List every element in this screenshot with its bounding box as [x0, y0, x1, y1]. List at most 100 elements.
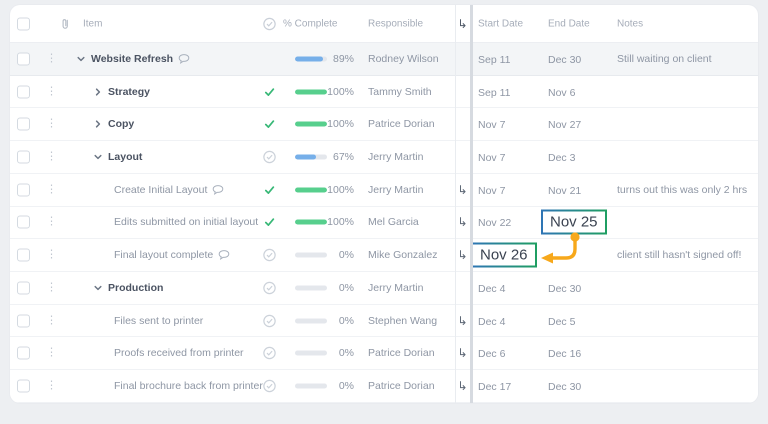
row-menu-icon[interactable]: ⋮: [46, 53, 57, 64]
column-header-notes[interactable]: Notes: [617, 18, 643, 29]
status-check-cell[interactable]: [261, 86, 277, 97]
row-checkbox[interactable]: [17, 347, 30, 360]
indent-column-icon[interactable]: ↳: [455, 17, 470, 31]
select-all-checkbox[interactable]: [17, 17, 30, 30]
responsible-cell[interactable]: Stephen Wang: [368, 315, 437, 327]
percent-cell[interactable]: 0%: [310, 249, 354, 261]
start-date-cell[interactable]: Dec 17: [478, 377, 511, 395]
end-date-cell[interactable]: Dec 5: [548, 312, 575, 330]
responsible-cell[interactable]: Rodney Wilson: [368, 53, 439, 65]
responsible-cell[interactable]: Tammy Smith: [368, 86, 432, 98]
row-menu-icon[interactable]: ⋮: [46, 250, 57, 261]
start-date-cell[interactable]: Dec 4: [478, 279, 505, 297]
row-menu-icon[interactable]: ⋮: [46, 217, 57, 228]
status-check-cell[interactable]: [261, 184, 277, 195]
table-row[interactable]: ⋮ Proofs received from printer 0% Patric…: [10, 337, 758, 370]
table-row[interactable]: ⋮ Production 0% Jerry Martin Dec 4 Dec 3…: [10, 272, 758, 305]
percent-cell[interactable]: 100%: [310, 184, 354, 196]
row-menu-icon[interactable]: ⋮: [46, 282, 57, 293]
table-row[interactable]: ⋮ Website Refresh 89% Rodney Wilson Sep …: [10, 43, 758, 76]
table-row[interactable]: ⋮ Strategy 100% Tammy Smith Sep 11 Nov 6: [10, 76, 758, 109]
item-cell[interactable]: Copy: [93, 118, 134, 130]
chevron-down-icon[interactable]: [93, 283, 103, 293]
responsible-cell[interactable]: Mel Garcia: [368, 216, 419, 228]
row-checkbox[interactable]: [17, 281, 30, 294]
status-check-cell[interactable]: [261, 281, 277, 294]
row-menu-icon[interactable]: ⋮: [46, 184, 57, 195]
row-menu-icon[interactable]: ⋮: [46, 315, 57, 326]
row-checkbox[interactable]: [17, 85, 30, 98]
responsible-cell[interactable]: Jerry Martin: [368, 282, 423, 294]
column-header-percent-complete[interactable]: % Complete: [283, 18, 337, 29]
item-cell[interactable]: Edits submitted on initial layout: [114, 216, 258, 228]
responsible-cell[interactable]: Patrice Dorian: [368, 118, 435, 130]
status-check-cell[interactable]: [261, 347, 277, 360]
row-checkbox[interactable]: [17, 118, 30, 131]
comment-bubble-icon[interactable]: [178, 53, 190, 65]
row-checkbox[interactable]: [17, 216, 30, 229]
row-checkbox[interactable]: [17, 52, 30, 65]
start-date-cell[interactable]: Sep 11: [478, 50, 511, 68]
highlighted-date[interactable]: Nov 25: [541, 210, 607, 235]
item-cell[interactable]: Proofs received from printer: [114, 347, 244, 359]
status-check-cell[interactable]: [261, 249, 277, 262]
table-row[interactable]: ⋮ Create Initial Layout 100% Jerry Marti…: [10, 174, 758, 207]
row-checkbox[interactable]: [17, 314, 30, 327]
start-date-cell[interactable]: Sep 11: [478, 83, 511, 101]
start-date-cell[interactable]: Dec 4: [478, 312, 505, 330]
chevron-right-icon[interactable]: [93, 119, 103, 129]
attachment-column-icon[interactable]: [60, 17, 71, 30]
row-checkbox[interactable]: [17, 151, 30, 164]
responsible-cell[interactable]: Patrice Dorian: [368, 347, 435, 359]
highlighted-date[interactable]: Nov 26: [471, 243, 537, 268]
table-row[interactable]: ⋮ Final layout complete 0% Mike Gonzalez…: [10, 239, 758, 272]
row-checkbox[interactable]: [17, 249, 30, 262]
responsible-cell[interactable]: Jerry Martin: [368, 151, 423, 163]
responsible-cell[interactable]: Mike Gonzalez: [368, 249, 437, 261]
column-header-end-date[interactable]: End Date: [548, 18, 590, 29]
percent-cell[interactable]: 0%: [310, 282, 354, 294]
row-menu-icon[interactable]: ⋮: [46, 119, 57, 130]
end-date-cell[interactable]: Dec 16: [548, 344, 581, 362]
end-date-cell[interactable]: Nov 27: [548, 115, 581, 133]
notes-cell[interactable]: turns out this was only 2 hrs: [617, 184, 747, 196]
responsible-cell[interactable]: Jerry Martin: [368, 184, 423, 196]
status-check-cell[interactable]: [261, 314, 277, 327]
frozen-pane-divider[interactable]: [470, 5, 473, 403]
comment-bubble-icon[interactable]: [218, 249, 230, 261]
row-menu-icon[interactable]: ⋮: [46, 348, 57, 359]
start-date-cell[interactable]: Dec 6: [478, 344, 505, 362]
chevron-down-icon[interactable]: [93, 152, 103, 162]
percent-cell[interactable]: 0%: [310, 315, 354, 327]
item-cell[interactable]: Final layout complete: [114, 249, 230, 261]
end-date-cell[interactable]: Dec 30: [548, 377, 581, 395]
table-row[interactable]: ⋮ Edits submitted on initial layout 100%…: [10, 207, 758, 240]
item-cell[interactable]: Final brochure back from printer: [114, 380, 263, 392]
responsible-cell[interactable]: Patrice Dorian: [368, 380, 435, 392]
column-header-item[interactable]: Item: [83, 18, 102, 29]
complete-column-icon[interactable]: [261, 17, 277, 30]
column-header-start-date[interactable]: Start Date: [478, 18, 523, 29]
percent-cell[interactable]: 89%: [310, 53, 354, 65]
status-check-cell[interactable]: [261, 119, 277, 130]
row-menu-icon[interactable]: ⋮: [46, 86, 57, 97]
item-cell[interactable]: Layout: [93, 151, 142, 163]
percent-cell[interactable]: 100%: [310, 118, 354, 130]
notes-cell[interactable]: Still waiting on client: [617, 53, 712, 65]
start-date-cell[interactable]: Nov 7: [478, 148, 505, 166]
end-date-cell[interactable]: Nov 21: [548, 181, 581, 199]
chevron-down-icon[interactable]: [76, 54, 86, 64]
percent-cell[interactable]: 100%: [310, 216, 354, 228]
end-date-cell[interactable]: Dec 30: [548, 279, 581, 297]
table-row[interactable]: ⋮ Layout 67% Jerry Martin Nov 7 Dec 3: [10, 141, 758, 174]
status-check-cell[interactable]: [261, 217, 277, 228]
item-cell[interactable]: Website Refresh: [76, 53, 190, 65]
status-check-cell[interactable]: [261, 380, 277, 393]
end-date-cell[interactable]: Nov 6: [548, 83, 575, 101]
table-row[interactable]: ⋮ Files sent to printer 0% Stephen Wang …: [10, 305, 758, 338]
end-date-cell[interactable]: Dec 3: [548, 148, 575, 166]
notes-cell[interactable]: client still hasn't signed off!: [617, 249, 741, 261]
percent-cell[interactable]: 0%: [310, 347, 354, 359]
percent-cell[interactable]: 100%: [310, 86, 354, 98]
chevron-right-icon[interactable]: [93, 87, 103, 97]
